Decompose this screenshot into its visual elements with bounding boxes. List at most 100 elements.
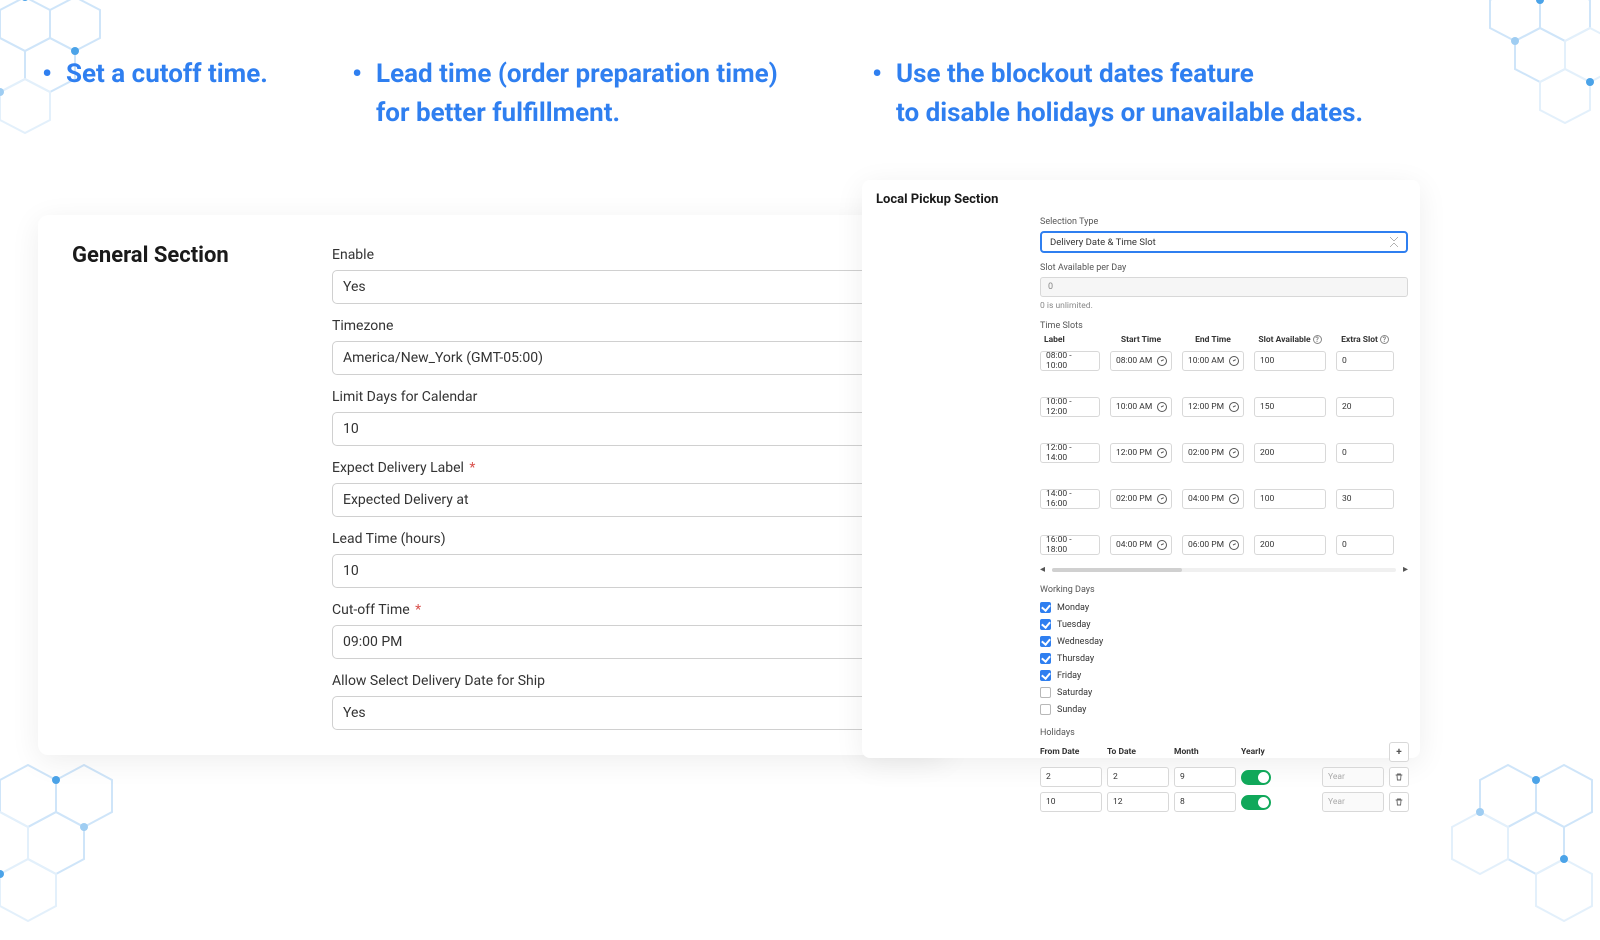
day-label: Monday — [1057, 603, 1089, 613]
day-checkbox[interactable] — [1040, 653, 1051, 664]
working-days-list: MondayTuesdayWednesdayThursdayFridaySatu… — [1040, 599, 1408, 718]
selection-type-label: Selection Type — [1040, 217, 1408, 227]
holiday-to-input[interactable]: 12 — [1107, 792, 1169, 812]
day-checkbox[interactable] — [1040, 602, 1051, 613]
day-checkbox[interactable] — [1040, 636, 1051, 647]
day-checkbox[interactable] — [1040, 670, 1051, 681]
slot-extra-input[interactable]: 0 — [1336, 351, 1394, 371]
slot-label-input[interactable]: 08:00 - 10:00 — [1040, 351, 1100, 371]
cutoff-value: 09:00 PM — [343, 634, 402, 650]
slot-end-input[interactable]: 10:00 AM — [1182, 351, 1244, 371]
day-label: Friday — [1057, 671, 1081, 681]
allow-select[interactable]: Yes — [332, 696, 926, 730]
working-day-row: Monday — [1040, 599, 1408, 616]
scroll-right-icon[interactable]: ▸ — [1403, 564, 1408, 575]
holiday-yearly-toggle[interactable] — [1241, 795, 1317, 810]
bullet-blockout: Use the blockout dates feature to disabl… — [870, 55, 1560, 133]
allow-select-label: Allow Select Delivery Date for Ship — [332, 673, 926, 689]
holidays-body: 229Year10128Year — [1040, 767, 1408, 812]
scroll-left-icon[interactable]: ◂ — [1040, 564, 1045, 575]
enable-select[interactable]: Yes — [332, 270, 926, 304]
leadtime-value: 10 — [343, 563, 359, 579]
holiday-from-input[interactable]: 10 — [1040, 792, 1102, 812]
working-day-row: Sunday — [1040, 701, 1408, 718]
day-label: Saturday — [1057, 688, 1092, 698]
slot-extra-input[interactable]: 0 — [1336, 443, 1394, 463]
holiday-month-input[interactable]: 8 — [1174, 792, 1236, 812]
slot-avail-input[interactable]: 100 — [1254, 351, 1326, 371]
holiday-year-input[interactable]: Year — [1322, 767, 1384, 787]
slot-label-input[interactable]: 10:00 - 12:00 — [1040, 397, 1100, 417]
hh-to: To Date — [1107, 747, 1169, 757]
cutoff-time-input[interactable]: 09:00 PM — [332, 625, 926, 659]
slot-available-label: Slot Available per Day — [1040, 263, 1408, 273]
cutoff-label-text: Cut-off Time — [332, 602, 410, 618]
slot-available-input[interactable]: 0 — [1040, 277, 1408, 297]
slot-end-input[interactable]: 04:00 PM — [1182, 489, 1244, 509]
slot-extra-input[interactable]: 30 — [1336, 489, 1394, 509]
slot-start-input[interactable]: 04:00 PM — [1110, 535, 1172, 555]
delete-holiday-button[interactable] — [1389, 767, 1409, 787]
expect-input[interactable]: Expected Delivery at — [332, 483, 926, 517]
expect-label: Expect Delivery Label * — [332, 460, 926, 476]
slot-avail-input[interactable]: 200 — [1254, 535, 1326, 555]
hex-cluster-bottom-right — [1420, 740, 1600, 940]
th-avail: Slot Available? — [1254, 335, 1326, 345]
time-slot-row: 08:00 - 10:00 08:00 AM 10:00 AM 100 0 — [1040, 351, 1408, 371]
required-marker: * — [469, 460, 475, 476]
slot-avail-input[interactable]: 150 — [1254, 397, 1326, 417]
enable-value: Yes — [343, 279, 366, 295]
delete-holiday-button[interactable] — [1389, 792, 1409, 812]
horizontal-scrollbar[interactable]: ◂ ▸ — [1040, 565, 1408, 575]
th-label: Label — [1040, 335, 1100, 345]
limit-days-input[interactable]: 10 — [332, 412, 926, 446]
scroll-thumb[interactable] — [1052, 568, 1182, 572]
leadtime-input[interactable]: 10 — [332, 554, 926, 588]
holidays-label: Holidays — [1040, 728, 1408, 738]
time-slots-label: Time Slots — [1040, 321, 1408, 331]
slot-end-input[interactable]: 06:00 PM — [1182, 535, 1244, 555]
slot-start-input[interactable]: 10:00 AM — [1110, 397, 1172, 417]
required-marker: * — [415, 602, 421, 618]
limit-days-label: Limit Days for Calendar — [332, 389, 926, 405]
feature-bullets: Set a cutoff time. Lead time (order prep… — [0, 0, 1600, 153]
slot-start-input[interactable]: 02:00 PM — [1110, 489, 1172, 509]
bullet-leadtime-l2: for better fulfillment. — [376, 94, 840, 133]
holiday-month-input[interactable]: 9 — [1174, 767, 1236, 787]
slot-label-input[interactable]: 12:00 - 14:00 — [1040, 443, 1100, 463]
add-holiday-button[interactable]: + — [1389, 742, 1409, 762]
day-checkbox[interactable] — [1040, 619, 1051, 630]
slot-extra-input[interactable]: 0 — [1336, 535, 1394, 555]
slot-label-input[interactable]: 16:00 - 18:00 — [1040, 535, 1100, 555]
slot-start-input[interactable]: 08:00 AM — [1110, 351, 1172, 371]
leadtime-label: Lead Time (hours) — [332, 531, 926, 547]
slot-end-input[interactable]: 12:00 PM — [1182, 397, 1244, 417]
slot-avail-input[interactable]: 100 — [1254, 489, 1326, 509]
cutoff-label: Cut-off Time * — [332, 602, 926, 618]
slot-start-input[interactable]: 12:00 PM — [1110, 443, 1172, 463]
slot-label-input[interactable]: 14:00 - 16:00 — [1040, 489, 1100, 509]
selection-type-select[interactable]: Delivery Date & Time Slot — [1040, 231, 1408, 253]
bullet-blockout-l1: Use the blockout dates feature — [896, 59, 1254, 89]
slot-end-input[interactable]: 02:00 PM — [1182, 443, 1244, 463]
help-icon[interactable]: ? — [1380, 335, 1389, 344]
slot-available-value: 0 — [1048, 282, 1053, 292]
general-section-title: General Section — [72, 243, 332, 755]
holiday-from-input[interactable]: 2 — [1040, 767, 1102, 787]
time-slots-body: 08:00 - 10:00 08:00 AM 10:00 AM 100 0 10:00 -… — [1040, 351, 1408, 555]
day-checkbox[interactable] — [1040, 687, 1051, 698]
time-slot-row: 16:00 - 18:00 04:00 PM 06:00 PM 200 0 — [1040, 535, 1408, 555]
timezone-select[interactable]: America/New_York (GMT-05:00) — [332, 341, 926, 375]
holiday-to-input[interactable]: 2 — [1107, 767, 1169, 787]
slot-avail-input[interactable]: 200 — [1254, 443, 1326, 463]
holiday-yearly-toggle[interactable] — [1241, 770, 1317, 785]
day-label: Sunday — [1057, 705, 1086, 715]
slot-extra-input[interactable]: 20 — [1336, 397, 1394, 417]
local-pickup-panel: Local Pickup Section Selection Type Deli… — [862, 180, 1420, 758]
help-icon[interactable]: ? — [1313, 335, 1322, 344]
hh-yearly: Yearly — [1241, 747, 1317, 757]
day-checkbox[interactable] — [1040, 704, 1051, 715]
holiday-year-input[interactable]: Year — [1322, 792, 1384, 812]
holiday-row: 10128 Year — [1040, 792, 1408, 812]
enable-label: Enable — [332, 247, 926, 263]
